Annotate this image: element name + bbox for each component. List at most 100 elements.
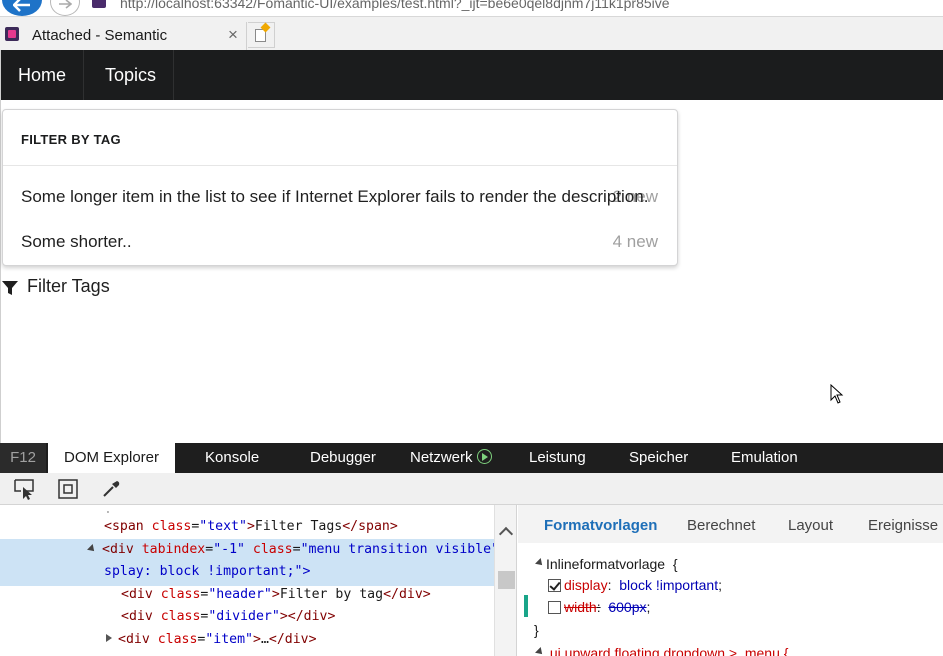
item-text: Some longer item in the list to see if I… [21, 187, 649, 206]
tab-title: Attached - Semantic [32, 27, 168, 44]
tag-end: </div> [383, 587, 431, 602]
style-property-disabled[interactable]: width: 600px; [564, 599, 650, 615]
style-property[interactable]: display: block !important; [564, 577, 722, 593]
attr-value: "item" [205, 632, 253, 647]
close-brace: } [534, 622, 539, 638]
attr-name: class [157, 632, 198, 647]
play-icon [476, 449, 492, 464]
favicon-icon [5, 27, 19, 41]
tag-close: > [253, 632, 261, 647]
url-field[interactable]: http://localhost:63342/Fomantic-UI/examp… [120, 0, 670, 11]
collapse-icon[interactable] [535, 647, 545, 656]
dom-node-item[interactable]: <div class="item">…</div> [106, 629, 317, 651]
menu-item-topics[interactable]: Topics [88, 50, 175, 100]
mouse-cursor-icon [830, 384, 844, 404]
address-bar: http://localhost:63342/Fomantic-UI/examp… [0, 0, 943, 17]
browser-tab-active[interactable]: Attached - Semantic × [0, 22, 247, 50]
tag-open: <div [121, 587, 161, 602]
property-checkbox[interactable] [548, 579, 561, 592]
tab-dom-explorer[interactable]: DOM Explorer [48, 443, 176, 473]
attr-value: "-1" [213, 542, 245, 557]
tag-open: <div [118, 632, 158, 647]
devtools-panel: F12 DOM Explorer Konsole Debugger Netzwe… [0, 443, 943, 656]
dom-scrollbar[interactable] [494, 505, 516, 656]
page-content: Home Topics FILTER BY TAG 2 new Some lon… [0, 50, 943, 443]
top-menu: Home Topics [1, 50, 943, 100]
node-text: Filter Tags [254, 519, 343, 534]
property-name: width [564, 599, 597, 615]
next-rule-selector: .ui.upward.floating.dropdown > .menu { [546, 645, 789, 656]
tab-ereignisse[interactable]: Ereignisse [868, 517, 938, 534]
devtools-toolbar [0, 473, 943, 505]
dom-node-span[interactable]: <span class="text">Filter Tags</span> [104, 516, 398, 538]
arrow-left-icon [13, 0, 30, 12]
dropdown-item[interactable]: 2 new Some longer item in the list to se… [3, 176, 677, 220]
chevron-up-icon[interactable] [498, 526, 514, 542]
equals: = [205, 542, 214, 557]
highlight-box-icon[interactable] [57, 478, 79, 500]
tag-open: <span [104, 519, 152, 534]
dom-node-menu[interactable]: <div tabindex="-1" class="menu transitio… [87, 539, 500, 561]
menu-item-home[interactable]: Home [1, 50, 85, 100]
close-icon[interactable]: × [228, 25, 238, 45]
change-indicator [524, 595, 528, 617]
tab-debugger[interactable]: Debugger [310, 443, 376, 473]
tab-layout[interactable]: Layout [788, 517, 833, 534]
tab-bar: Attached - Semantic × [0, 17, 943, 50]
attr-value: "header" [208, 587, 272, 602]
scrollbar-thumb[interactable] [498, 571, 515, 589]
attr-value: "menu transition visible" [300, 542, 500, 557]
forward-button[interactable] [50, 0, 80, 16]
tag-end: </div> [268, 632, 317, 647]
tab-berechnet[interactable]: Berechnet [687, 517, 755, 534]
devtools-tab-bar: F12 DOM Explorer Konsole Debugger Netzwe… [0, 443, 943, 473]
tag-close: > [271, 587, 280, 602]
node-text: … [260, 632, 269, 647]
tag-open: <div [102, 542, 142, 557]
open-brace: { [672, 556, 678, 572]
attr-value-continued: splay: block !important;"> [104, 564, 311, 579]
back-button[interactable] [2, 0, 42, 16]
attr-value: "divider" [208, 609, 280, 624]
attr-name: class [151, 519, 192, 534]
filter-label: Filter Tags [27, 276, 110, 296]
node-text: Filter by tag [279, 587, 384, 602]
tag-close: > [246, 519, 255, 534]
collapse-icon[interactable] [87, 544, 97, 554]
new-tab-button[interactable] [248, 22, 275, 48]
dropdown-header: FILTER BY TAG [21, 132, 121, 147]
tab-emulation[interactable]: Emulation [731, 443, 798, 473]
property-value: 600px [608, 599, 647, 615]
arrow-right-icon [59, 0, 72, 9]
tab-speicher[interactable]: Speicher [629, 443, 688, 473]
tab-leistung[interactable]: Leistung [529, 443, 586, 473]
attr-value: "text" [199, 519, 247, 534]
tag-end: </div> [287, 609, 336, 624]
dom-node-header[interactable]: <div class="header">Filter by tag</div> [121, 584, 431, 606]
styles-panel: Formatvorlagen Berechnet Layout Ereignis… [518, 505, 943, 656]
color-picker-icon[interactable] [100, 478, 122, 500]
collapse-icon[interactable] [535, 558, 545, 568]
select-element-icon[interactable] [13, 478, 35, 500]
attr-name: class [252, 542, 293, 557]
dropdown-item[interactable]: Some shorter.. 4 new [3, 221, 677, 265]
selector-text: Inlineformatvorlage [546, 556, 666, 572]
rule-selector: Inlineformatvorlage { [546, 556, 678, 572]
tab-formatvorlagen[interactable]: Formatvorlagen [544, 517, 657, 534]
property-checkbox[interactable] [548, 601, 561, 614]
divider [3, 165, 677, 166]
tab-netzwerk[interactable]: Netzwerk [410, 443, 492, 473]
filter-dropdown-menu: FILTER BY TAG 2 new Some longer item in … [2, 109, 678, 266]
equals: = [292, 542, 301, 557]
site-icon [92, 0, 106, 8]
tag-close: > [279, 609, 288, 624]
attr-name: tabindex [141, 542, 206, 557]
styles-tab-bar: Formatvorlagen Berechnet Layout Ereignis… [518, 505, 943, 543]
dom-tree: . <span class="text">Filter Tags</span> … [0, 505, 517, 656]
dom-node-divider[interactable]: <div class="divider"></div> [121, 606, 335, 628]
expand-icon[interactable] [106, 634, 112, 642]
tab-konsole[interactable]: Konsole [205, 443, 259, 473]
item-description: 4 new [612, 232, 658, 251]
tag-open: <div [121, 609, 161, 624]
dom-node-menu-continued: splay: block !important;"> [104, 561, 310, 583]
